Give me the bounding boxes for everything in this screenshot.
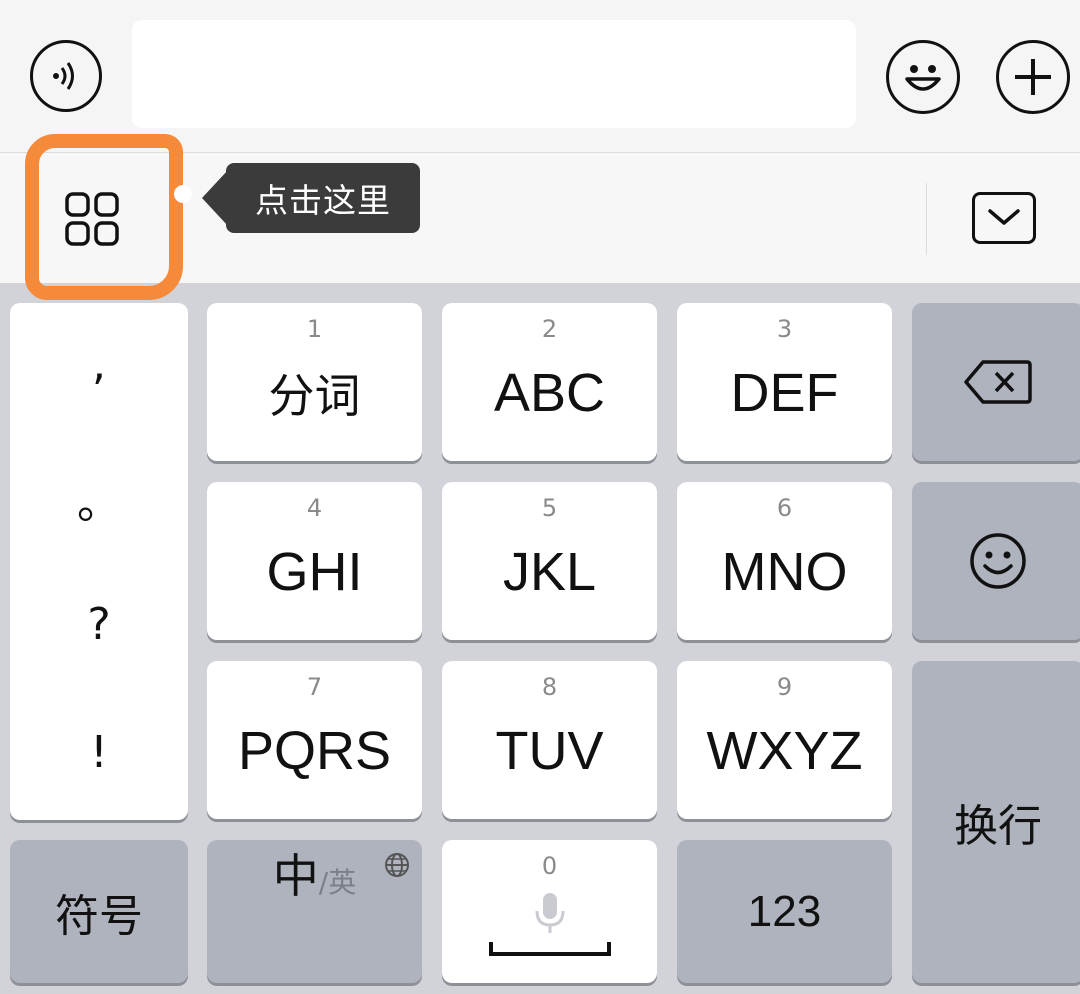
hide-keyboard-button[interactable] [972, 192, 1036, 244]
enter-key[interactable]: 换行 [912, 661, 1080, 983]
punct-period[interactable]: 。 [10, 467, 188, 531]
keyboard-toolbar [0, 153, 1080, 283]
chevron-down-icon [988, 209, 1020, 225]
more-button[interactable] [996, 40, 1070, 114]
punctuation-column: , 。 ? ! [10, 303, 188, 820]
language-switch-key[interactable]: 中 /英 [207, 840, 422, 983]
key-2[interactable]: 2 ABC [442, 303, 657, 461]
key-label: 分词 [268, 370, 361, 422]
key-label: TUV [495, 721, 604, 781]
key-number: 5 [541, 494, 558, 522]
key-8[interactable]: 8 TUV [442, 661, 657, 819]
message-input[interactable] [132, 20, 856, 128]
key-label: WXYZ [706, 721, 863, 781]
key-1[interactable]: 1 分词 [207, 303, 422, 461]
key-number: 7 [306, 673, 323, 701]
key-label: PQRS [237, 721, 392, 781]
pointer-dot [174, 185, 192, 203]
punct-comma[interactable]: , [10, 339, 188, 390]
key-label: GHI [266, 542, 363, 602]
microphone-icon [535, 892, 564, 933]
tooltip-arrow [202, 170, 228, 226]
numbers-label: 123 [747, 886, 822, 936]
key-3[interactable]: 3 DEF [677, 303, 892, 461]
toolbar-divider [926, 183, 927, 255]
smiley-icon [970, 533, 1026, 589]
backspace-icon [964, 360, 1032, 404]
symbols-key[interactable]: 符号 [10, 840, 188, 983]
key-label: ABC [493, 363, 606, 423]
space-bar-icon [488, 941, 611, 956]
key-number: 8 [541, 673, 558, 701]
smiley-icon [905, 65, 941, 91]
voice-input-button[interactable] [30, 40, 102, 112]
backspace-key[interactable] [912, 303, 1080, 461]
key-number: 9 [776, 673, 793, 701]
key-5[interactable]: 5 JKL [442, 482, 657, 640]
key-9[interactable]: 9 WXYZ [677, 661, 892, 819]
hint-tooltip: 点击这里 [226, 163, 420, 233]
numbers-key[interactable]: 123 [677, 840, 892, 983]
punct-exclamation[interactable]: ! [10, 727, 188, 778]
key-6[interactable]: 6 MNO [677, 482, 892, 640]
plus-icon [1015, 59, 1051, 95]
globe-icon [385, 853, 409, 877]
lang-alt-label: /英 [318, 866, 357, 899]
key-label: JKL [502, 542, 597, 602]
key-number: 0 [541, 852, 558, 880]
symbols-label: 符号 [55, 890, 143, 942]
chat-input-bar [0, 0, 1080, 153]
key-number: 1 [306, 315, 323, 343]
emoji-button[interactable] [886, 40, 960, 114]
key-4[interactable]: 4 GHI [207, 482, 422, 640]
key-number: 6 [776, 494, 793, 522]
key-number: 4 [306, 494, 323, 522]
key-number: 2 [541, 315, 558, 343]
key-label: MNO [721, 542, 848, 602]
toolbox-button[interactable] [42, 183, 142, 255]
voice-icon [53, 62, 74, 90]
punct-question[interactable]: ? [10, 599, 188, 650]
enter-label: 换行 [954, 801, 1042, 852]
key-label: DEF [730, 363, 839, 423]
lang-main-label: 中 [272, 849, 319, 903]
key-7[interactable]: 7 PQRS [207, 661, 422, 819]
emoji-key[interactable] [912, 482, 1080, 640]
key-number: 3 [776, 315, 793, 343]
grid-icon [65, 192, 119, 246]
space-key[interactable]: 0 [442, 840, 657, 983]
